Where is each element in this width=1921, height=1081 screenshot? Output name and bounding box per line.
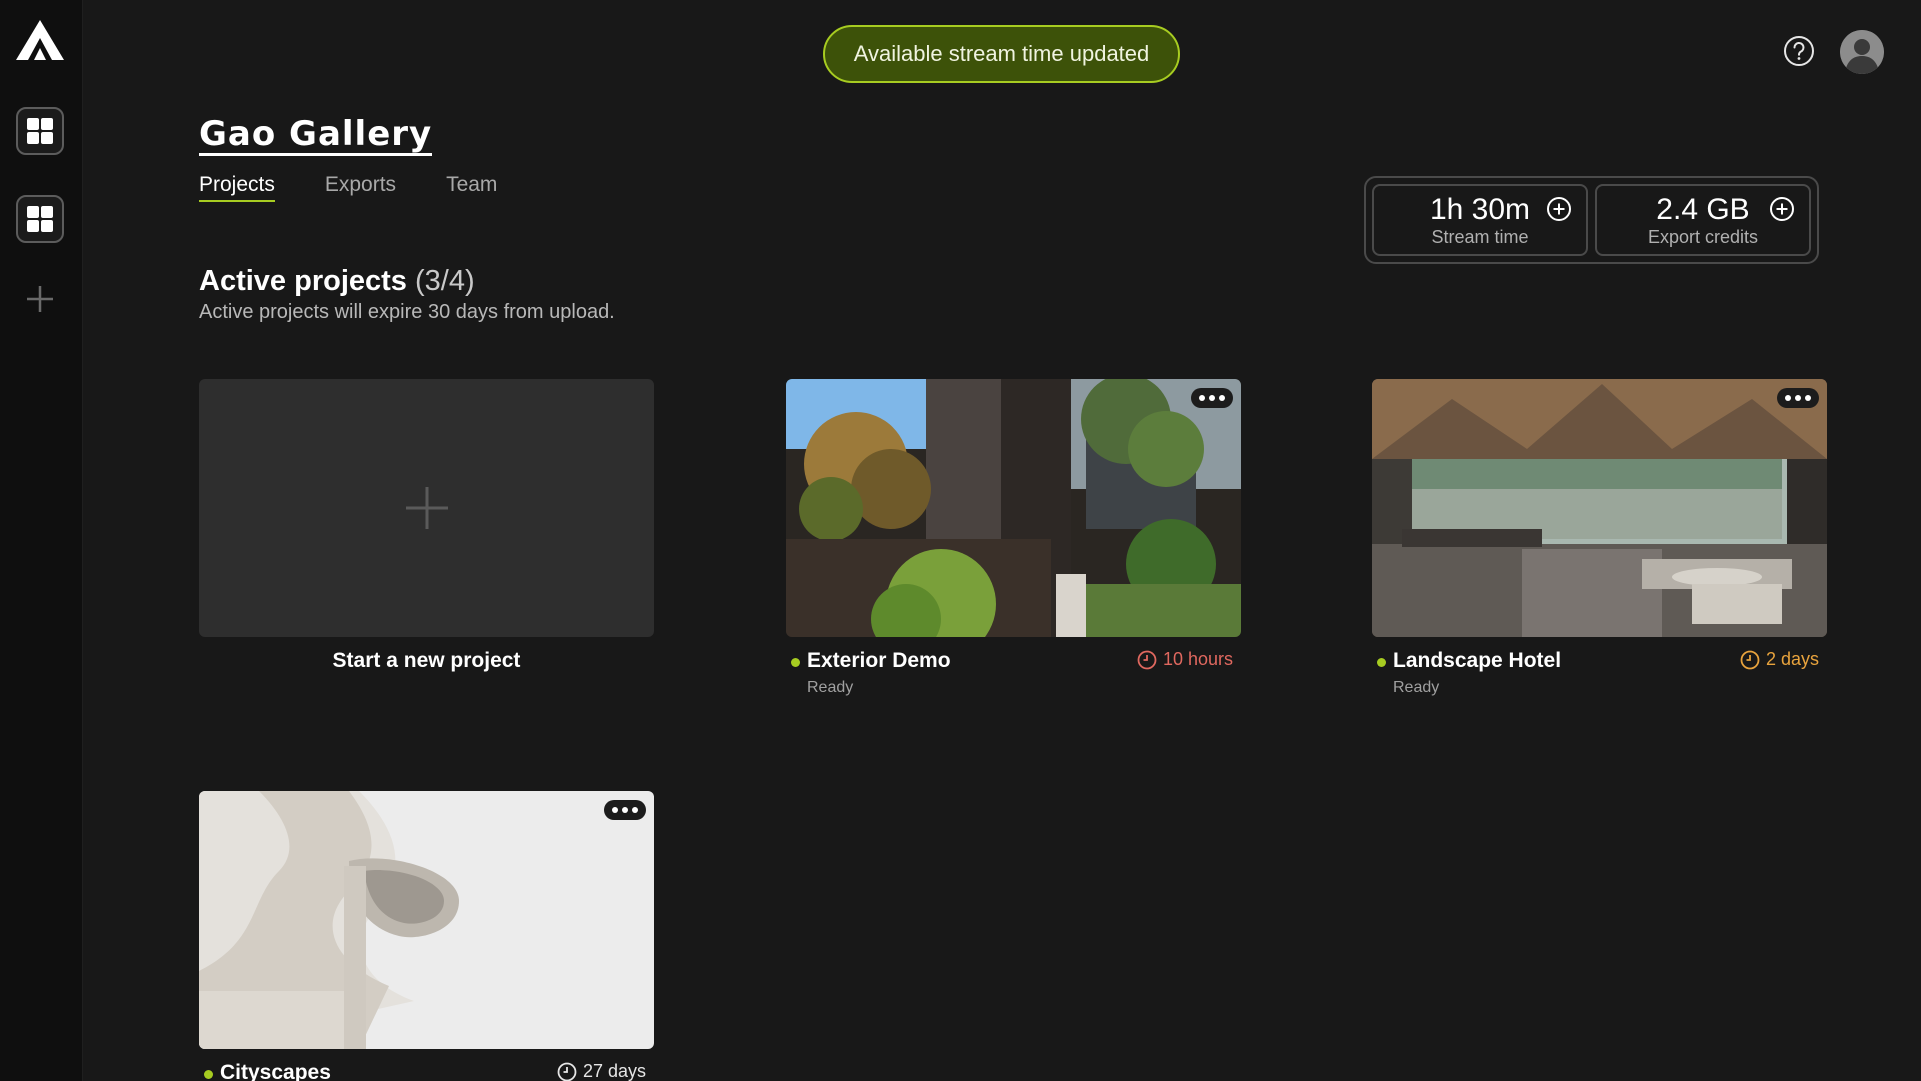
project-name: Landscape Hotel bbox=[1393, 649, 1562, 672]
toast-notification: Available stream time updated bbox=[823, 25, 1180, 83]
grid-icon bbox=[27, 118, 53, 144]
hotel-interior-image bbox=[1372, 379, 1827, 637]
user-avatar-icon[interactable] bbox=[1840, 30, 1884, 74]
exterior-garden-image bbox=[786, 379, 1241, 637]
status-dot bbox=[791, 658, 800, 667]
plus-icon bbox=[405, 487, 448, 529]
clock-icon bbox=[1740, 650, 1760, 669]
project-meta: Exterior Demo Ready 10 hours bbox=[786, 637, 1241, 697]
new-project-thumbnail[interactable] bbox=[199, 379, 654, 637]
project-card[interactable]: Exterior Demo Ready 10 hours bbox=[786, 379, 1241, 697]
project-thumbnail[interactable] bbox=[1372, 379, 1827, 637]
section-title: Active projects (3/4) bbox=[199, 265, 475, 298]
sidebar bbox=[0, 0, 83, 1081]
section-count: (3/4) bbox=[414, 265, 475, 297]
project-name: Exterior Demo bbox=[807, 649, 951, 672]
project-status: Ready bbox=[807, 679, 854, 696]
grid-icon bbox=[27, 206, 53, 232]
expiry-text: 2 days bbox=[1765, 649, 1819, 669]
more-options-button[interactable] bbox=[1191, 388, 1233, 408]
tab-projects[interactable]: Projects bbox=[199, 173, 275, 202]
project-expiry: 27 days bbox=[557, 1061, 646, 1081]
toast-message: Available stream time updated bbox=[853, 41, 1150, 66]
project-status: Ready bbox=[1393, 679, 1440, 696]
project-expiry: 10 hours bbox=[1137, 649, 1233, 670]
gallery-tabs: Projects Exports Team bbox=[199, 173, 497, 202]
project-meta: Landscape Hotel Ready 2 days bbox=[1372, 637, 1827, 697]
clock-icon bbox=[1137, 650, 1157, 669]
project-thumbnail[interactable] bbox=[786, 379, 1241, 637]
project-name: Cityscapes bbox=[220, 1061, 331, 1081]
project-card[interactable]: Cityscapes 27 days bbox=[199, 791, 654, 1081]
status-dot bbox=[1377, 658, 1386, 667]
project-expiry: 2 days bbox=[1740, 649, 1819, 670]
app-root: Available stream time updated Gao Galler… bbox=[0, 0, 1921, 1081]
sidebar-item-dashboard[interactable] bbox=[16, 107, 64, 155]
section-subtitle: Active projects will expire 30 days from… bbox=[199, 301, 615, 323]
project-meta: Cityscapes 27 days bbox=[199, 1049, 654, 1081]
new-project-card[interactable]: Start a new project bbox=[199, 379, 654, 673]
status-dot bbox=[204, 1070, 213, 1079]
add-export-credits-plus-icon[interactable] bbox=[1769, 196, 1795, 222]
more-options-button[interactable] bbox=[604, 800, 646, 820]
gallery-title: Gao Gallery bbox=[199, 114, 433, 156]
project-card[interactable]: Landscape Hotel Ready 2 days bbox=[1372, 379, 1827, 697]
project-thumbnail[interactable] bbox=[199, 791, 654, 1049]
expiry-text: 10 hours bbox=[1162, 649, 1233, 669]
tab-exports[interactable]: Exports bbox=[325, 173, 396, 202]
app-logo[interactable] bbox=[14, 18, 66, 62]
credits-panel: 1h 30m Stream time 2.4 GB Export credits bbox=[1364, 176, 1819, 264]
section-title-text: Active projects bbox=[199, 265, 407, 297]
add-stream-time-plus-icon[interactable] bbox=[1546, 196, 1572, 222]
new-project-label: Start a new project bbox=[332, 649, 521, 672]
stream-time-label: Stream time bbox=[1431, 227, 1529, 247]
clock-icon bbox=[557, 1062, 577, 1081]
white-building-image bbox=[199, 791, 654, 1049]
sidebar-item-workspace[interactable] bbox=[16, 195, 64, 243]
user-silhouette-icon bbox=[1840, 30, 1884, 74]
expiry-text: 27 days bbox=[582, 1061, 646, 1081]
stream-time-card: 1h 30m Stream time bbox=[1372, 184, 1588, 256]
question-circle-icon[interactable] bbox=[1783, 35, 1815, 67]
more-options-button[interactable] bbox=[1777, 388, 1819, 408]
export-credits-card: 2.4 GB Export credits bbox=[1595, 184, 1811, 256]
tab-team[interactable]: Team bbox=[446, 173, 497, 202]
add-workspace-plus-icon[interactable] bbox=[25, 284, 55, 314]
export-credits-label: Export credits bbox=[1647, 227, 1759, 247]
